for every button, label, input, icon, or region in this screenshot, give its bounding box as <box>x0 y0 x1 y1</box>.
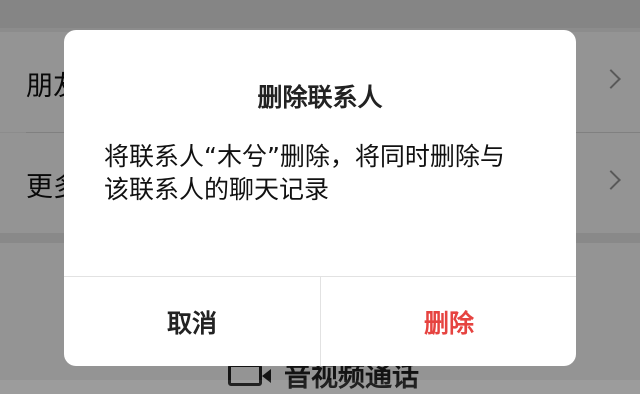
delete-contact-dialog: 删除联系人 将联系人“木兮”删除，将同时删除与 该联系人的聊天记录 取消 删除 <box>64 30 576 366</box>
dialog-message-line: 该联系人的聊天记录 <box>104 175 330 204</box>
dialog-message-line: 将联系人“木兮”删除，将同时删除与 <box>104 142 505 171</box>
dialog-message: 将联系人“木兮”删除，将同时删除与 该联系人的聊天记录 <box>104 140 544 206</box>
cancel-button[interactable]: 取消 <box>64 277 320 366</box>
delete-button[interactable]: 删除 <box>321 277 576 366</box>
dialog-title: 删除联系人 <box>257 83 383 112</box>
